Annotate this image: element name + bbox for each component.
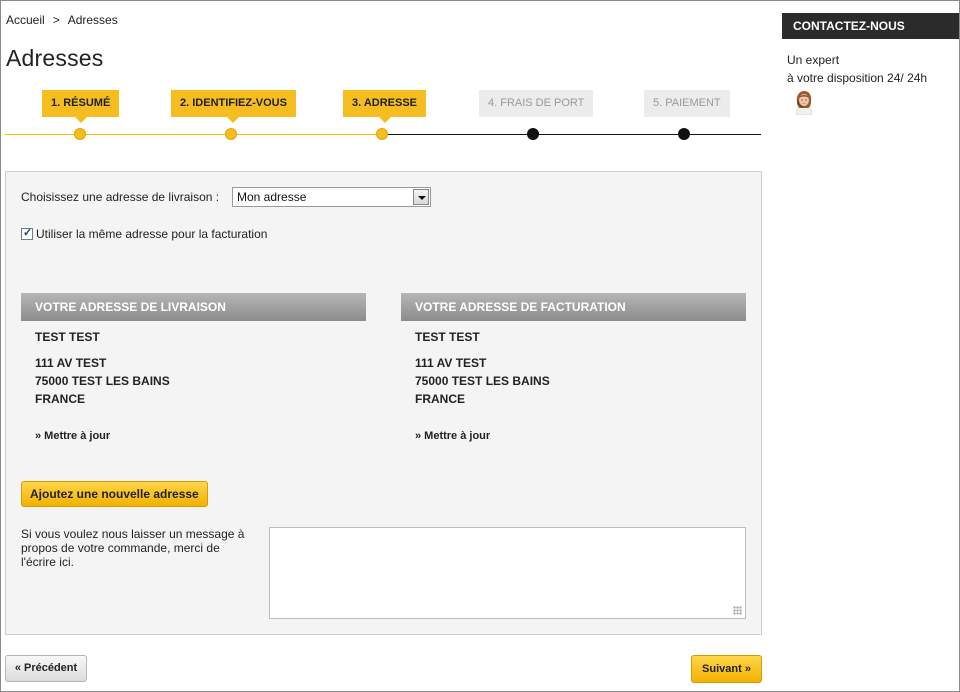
step-dot-2 (225, 128, 237, 140)
delivery-address-select[interactable]: Mon adresse (232, 187, 431, 207)
billing-name: TEST TEST (415, 330, 480, 344)
billing-update-link[interactable]: » Mettre à jour (415, 430, 746, 442)
same-address-option[interactable]: Utiliser la même adresse pour la factura… (21, 226, 267, 241)
shipping-name: TEST TEST (35, 330, 100, 344)
step-paiement: 5. PAIEMENT (644, 90, 730, 117)
step-dot-5 (678, 128, 690, 140)
step-adresse: 3. ADRESSE (343, 90, 427, 123)
billing-city: 75000 TEST LES BAINS (415, 374, 550, 388)
billing-street: 111 AV TEST (415, 356, 487, 370)
billing-country: FRANCE (415, 392, 465, 406)
shipping-country: FRANCE (35, 392, 85, 406)
next-button[interactable]: Suivant » (691, 655, 762, 683)
billing-address-body: TEST TEST 111 AV TEST 75000 TEST LES BAI… (401, 321, 746, 442)
shipping-city: 75000 TEST LES BAINS (35, 374, 170, 388)
order-message-textarea[interactable] (269, 527, 746, 619)
step-identifiez-vous[interactable]: 2. IDENTIFIEZ-VOUS (171, 90, 296, 123)
step-dot-1 (74, 128, 86, 140)
breadcrumb-separator: > (52, 13, 60, 27)
breadcrumb: Accueil > Adresses (6, 13, 118, 27)
contact-heading: CONTACTEZ-NOUS (782, 13, 959, 39)
shipping-address-heading: VOTRE ADRESSE DE LIVRAISON (21, 293, 366, 321)
contact-line-2: à votre disposition 24/ 24h (787, 71, 928, 85)
resize-grip-icon[interactable] (733, 606, 742, 615)
chevron-down-icon[interactable] (413, 189, 429, 205)
steps-progress-line-done (5, 134, 382, 135)
shipping-update-link[interactable]: » Mettre à jour (35, 430, 366, 442)
address-panel: Choisissez une adresse de livraison : Mo… (5, 171, 762, 635)
shipping-street: 111 AV TEST (35, 356, 107, 370)
step-resume[interactable]: 1. RÉSUMÉ (42, 90, 120, 123)
billing-address-heading: VOTRE ADRESSE DE FACTURATION (401, 293, 746, 321)
same-address-label[interactable]: Utiliser la même adresse pour la factura… (36, 227, 267, 241)
contact-line-1: Un expert (787, 53, 840, 67)
same-address-checkbox[interactable] (21, 226, 33, 240)
billing-address-box: VOTRE ADRESSE DE FACTURATION TEST TEST 1… (401, 293, 746, 442)
delivery-address-selected-value: Mon adresse (237, 190, 307, 204)
step-dot-4 (527, 128, 539, 140)
previous-button[interactable]: « Précédent (5, 655, 87, 682)
step-dot-3 (376, 128, 388, 140)
contact-text: Un expert à votre disposition 24/ 24h (787, 51, 927, 87)
step-frais-de-port: 4. FRAIS DE PORT (479, 90, 594, 117)
shipping-address-body: TEST TEST 111 AV TEST 75000 TEST LES BAI… (21, 321, 366, 442)
checkout-steps: 1. RÉSUMÉ 2. IDENTIFIEZ-VOUS 3. ADRESSE … (5, 89, 761, 149)
steps-progress-line-todo (382, 134, 761, 135)
order-message-label: Si vous voulez nous laisser un message à… (21, 527, 245, 569)
page-title: Adresses (6, 45, 104, 71)
delivery-address-label: Choisissez une adresse de livraison : (21, 190, 220, 204)
expert-avatar-icon (791, 89, 817, 115)
add-address-button[interactable]: Ajoutez une nouvelle adresse (21, 481, 208, 507)
breadcrumb-home-link[interactable]: Accueil (6, 13, 45, 27)
shipping-address-box: VOTRE ADRESSE DE LIVRAISON TEST TEST 111… (21, 293, 366, 442)
breadcrumb-current: Adresses (67, 13, 118, 27)
